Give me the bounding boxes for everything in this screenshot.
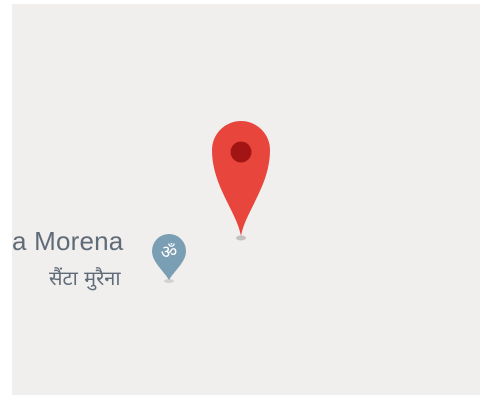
place-name-local: सैंटा मुरैना: [49, 266, 121, 290]
place-name: a Morena: [12, 226, 124, 256]
om-temple-icon[interactable]: ॐ: [149, 232, 189, 284]
location-pin-icon[interactable]: [208, 114, 274, 246]
map-canvas[interactable]: a Morena सैंटा मुरैना ॐ: [12, 4, 480, 395]
svg-text:ॐ: ॐ: [161, 242, 177, 263]
